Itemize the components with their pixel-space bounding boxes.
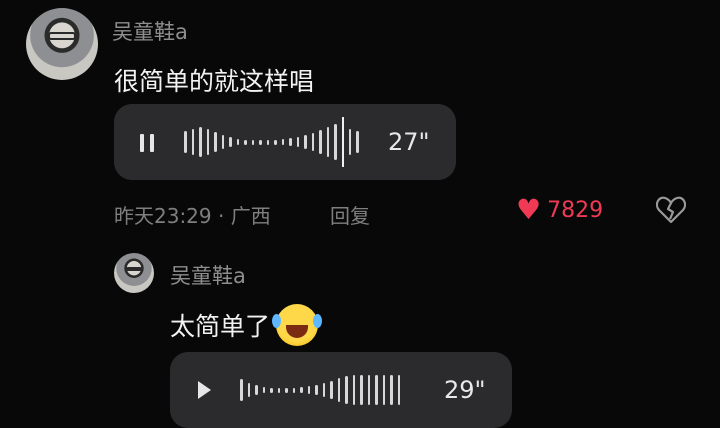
comment-timestamp: 昨天23:29 · 广西 [114,204,271,228]
reply-button[interactable]: 回复 [330,200,370,229]
heart-icon: ♥ [516,193,542,226]
playback-cursor [341,117,344,167]
laughing-emoji-icon [272,304,319,346]
voice-message[interactable]: 29" [170,352,512,428]
comment-username[interactable]: 吴童鞋a [170,260,246,290]
pause-icon[interactable] [140,134,156,152]
avatar[interactable] [26,8,98,80]
broken-heart-icon [655,196,687,224]
voice-duration: 29" [444,376,486,404]
play-icon[interactable] [198,381,211,399]
voice-message[interactable]: 27" [114,104,456,180]
avatar[interactable] [114,253,154,293]
comment-username[interactable]: 吴童鞋a [112,16,188,46]
comment-text: 很简单的就这样唱 [114,67,315,96]
waveform[interactable] [240,365,400,415]
like-count: 7829 [547,197,604,223]
dislike-button[interactable] [655,196,687,228]
comment-text-label: 太简单了 [170,312,271,341]
comment-text: 太简单了 [170,304,319,346]
like-button[interactable]: ♥ 7829 [516,196,603,224]
waveform[interactable] [184,117,359,167]
voice-duration: 27" [388,128,430,156]
